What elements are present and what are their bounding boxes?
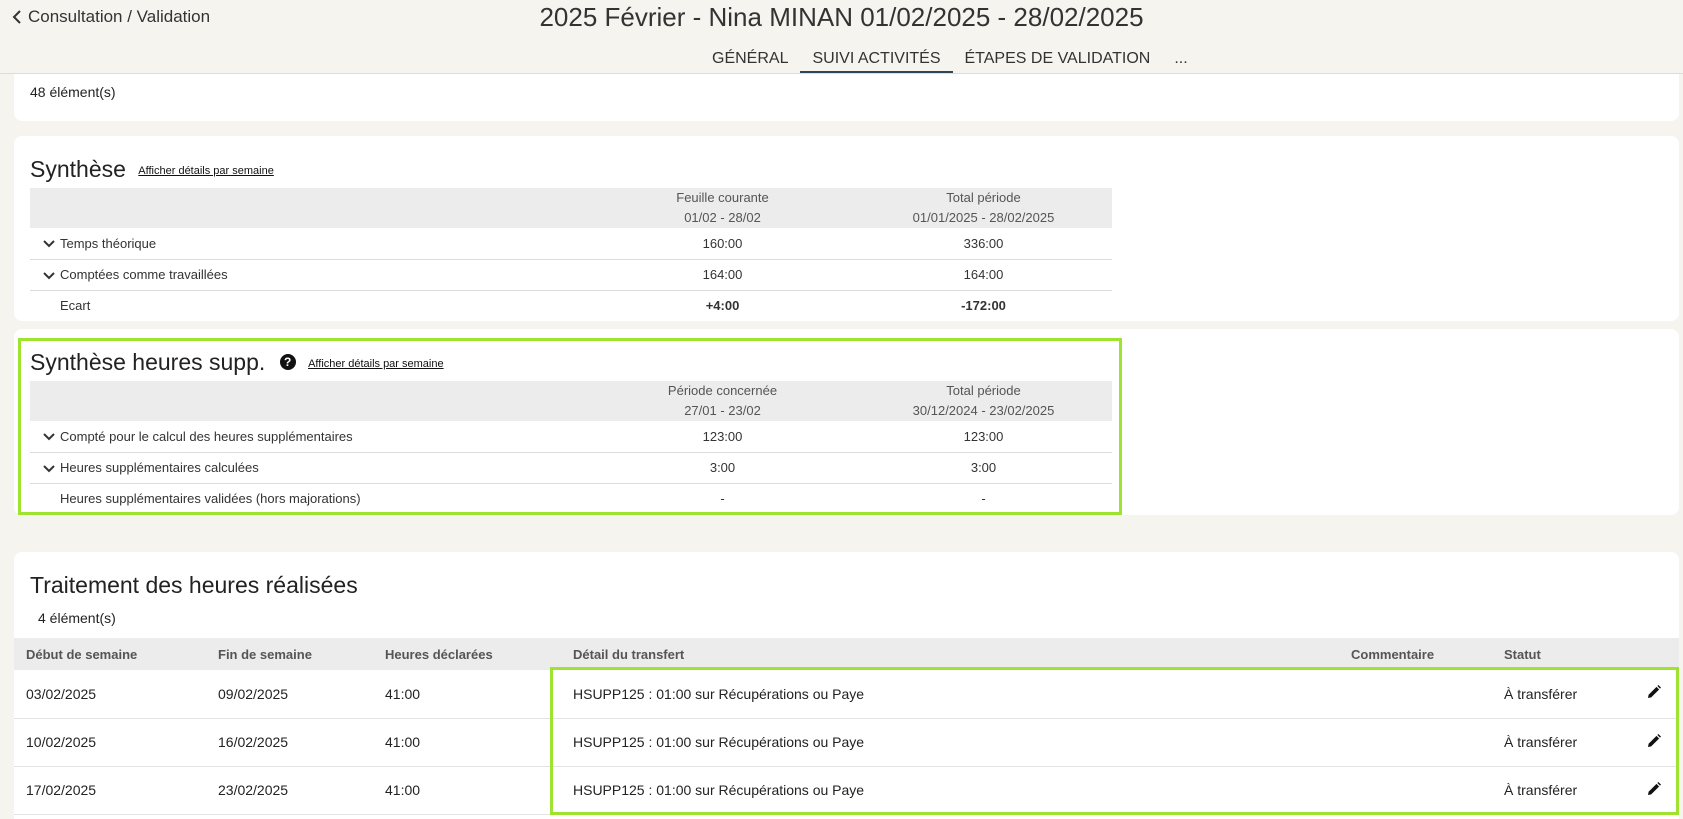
table-cell: 16/02/2025 <box>206 718 373 767</box>
row-label: Heures supplémentaires validées (hors ma… <box>60 491 361 507</box>
hsupp-table: Période concernée 27/01 - 23/02 Total pér… <box>30 381 1112 514</box>
item-count: 4 élément(s) <box>38 610 116 626</box>
table-cell: 164:00 <box>855 259 1112 291</box>
col-debut-semaine[interactable]: Début de semaine <box>14 638 206 670</box>
hsupp-col-total: Total période 30/12/2024 - 23/02/2025 <box>855 381 1112 421</box>
table-cell: 10/02/2025 <box>14 718 206 767</box>
col-detail-transfert[interactable]: Détail du transfert <box>561 638 1339 670</box>
synthese-title-text: Synthèse <box>30 156 126 182</box>
synthese-row-travaillees: Comptées comme travaillées 164:00 164:00 <box>30 259 1112 291</box>
synthese-table: Feuille courante 01/02 - 28/02 Total péri… <box>30 188 1112 321</box>
status-cell: À transférer <box>1492 718 1634 767</box>
traitement-card: Traitement des heures réalisées 4 élémen… <box>14 552 1679 819</box>
hsupp-details-link[interactable]: Afficher détails par semaine <box>308 358 444 370</box>
table-cell: 17/02/2025 <box>14 766 206 815</box>
heures-supp-card: Synthèse heures supp. ? Afficher détails… <box>14 329 1679 515</box>
traitement-table: Début de semaine Fin de semaine Heures d… <box>14 638 1679 815</box>
table-cell <box>1339 766 1492 815</box>
synthese-row-theorique: Temps théorique 160:00 336:00 <box>30 228 1112 260</box>
table-cell: 41:00 <box>373 670 561 719</box>
expand-row-toggle[interactable]: Compté pour le calcul des heures supplém… <box>30 421 590 453</box>
col-statut[interactable]: Statut <box>1492 638 1634 670</box>
synthese-col-total: Total période 01/01/2025 - 28/02/2025 <box>855 188 1112 228</box>
hsupp-row-calculees: Heures supplémentaires calculées 3:00 3:… <box>30 452 1112 484</box>
hsupp-row-compte: Compté pour le calcul des heures supplém… <box>30 421 1112 453</box>
expand-row-toggle[interactable]: Heures supplémentaires calculées <box>30 452 590 484</box>
hsupp-col-period: Période concernée 27/01 - 23/02 <box>590 381 855 421</box>
synthese-details-link[interactable]: Afficher détails par semaine <box>138 165 274 177</box>
table-cell: 09/02/2025 <box>206 670 373 719</box>
table-cell: 336:00 <box>855 228 1112 260</box>
edit-button[interactable] <box>1634 670 1679 719</box>
table-cell: 3:00 <box>855 452 1112 484</box>
table-cell: 41:00 <box>373 718 561 767</box>
table-cell: 41:00 <box>373 766 561 815</box>
table-cell: - <box>981 491 986 507</box>
chevron-down-icon <box>43 240 55 248</box>
table-cell <box>1339 670 1492 719</box>
help-icon[interactable]: ? <box>279 354 296 370</box>
table-row: 10/02/2025 16/02/2025 41:00 HSUPP125 : 0… <box>14 718 1679 767</box>
table-cell: HSUPP125 : 01:00 sur Récupérations ou Pa… <box>561 766 1339 815</box>
tab-general[interactable]: GÉNÉRAL <box>700 48 800 73</box>
table-cell: 160:00 <box>590 228 855 260</box>
synthese-row-ecart: Ecart +4:00 -172:00 <box>30 290 1112 321</box>
table-cell: 3:00 <box>590 452 855 484</box>
expand-row-toggle[interactable]: Comptées comme travaillées <box>30 259 590 291</box>
table-cell: -172:00 <box>961 298 1006 314</box>
tab-more[interactable]: ... <box>1162 48 1199 73</box>
tab-bar: GÉNÉRAL SUIVI ACTIVITÉS ÉTAPES DE VALIDA… <box>700 48 1200 73</box>
synthese-card: Synthèse Afficher détails par semaine Fe… <box>14 136 1679 321</box>
status-cell: À transférer <box>1492 766 1634 815</box>
col-commentaire[interactable]: Commentaire <box>1339 638 1492 670</box>
table-row: 03/02/2025 09/02/2025 41:00 HSUPP125 : 0… <box>14 670 1679 719</box>
synthese-title: Synthèse Afficher détails par semaine <box>30 156 274 183</box>
chevron-down-icon <box>43 433 55 441</box>
table-row: 17/02/2025 23/02/2025 41:00 HSUPP125 : 0… <box>14 766 1679 815</box>
pencil-icon <box>1648 685 1661 699</box>
col-fin-semaine[interactable]: Fin de semaine <box>206 638 373 670</box>
table-cell: HSUPP125 : 01:00 sur Récupérations ou Pa… <box>561 670 1339 719</box>
page-title: 2025 Février - Nina MINAN 01/02/2025 - 2… <box>539 2 1144 32</box>
table-cell: HSUPP125 : 01:00 sur Récupérations ou Pa… <box>561 718 1339 767</box>
chevron-down-icon <box>43 271 55 279</box>
table-cell: - <box>720 491 725 507</box>
table-cell: 164:00 <box>590 259 855 291</box>
hsupp-row-validees: Heures supplémentaires validées (hors ma… <box>30 483 1112 514</box>
table-cell: +4:00 <box>705 298 740 314</box>
chevron-down-icon <box>43 464 55 472</box>
synthese-col-current: Feuille courante 01/02 - 28/02 <box>590 188 855 228</box>
row-label: Ecart <box>60 298 91 314</box>
col-heures-declarees[interactable]: Heures déclarées <box>373 638 561 670</box>
table-cell: 03/02/2025 <box>14 670 206 719</box>
pencil-icon <box>1648 781 1661 795</box>
table-cell: 123:00 <box>590 421 855 453</box>
table-cell <box>1339 718 1492 767</box>
edit-button[interactable] <box>1634 718 1679 767</box>
expand-row-toggle[interactable]: Temps théorique <box>30 228 590 260</box>
item-count: 48 élément(s) <box>30 84 116 100</box>
tab-suivi-activites[interactable]: SUIVI ACTIVITÉS <box>800 48 953 73</box>
pencil-icon <box>1648 733 1661 747</box>
tab-etapes-validation[interactable]: ÉTAPES DE VALIDATION <box>953 48 1163 73</box>
table-cell: 23/02/2025 <box>206 766 373 815</box>
previous-section-card: 48 élément(s) <box>14 74 1679 121</box>
traitement-title: Traitement des heures réalisées <box>30 572 358 598</box>
status-cell: À transférer <box>1492 670 1634 719</box>
table-cell: 123:00 <box>855 421 1112 453</box>
hsupp-title-text: Synthèse heures supp. <box>30 349 266 375</box>
hsupp-title: Synthèse heures supp. ? Afficher détails… <box>30 349 444 376</box>
edit-button[interactable] <box>1634 766 1679 815</box>
